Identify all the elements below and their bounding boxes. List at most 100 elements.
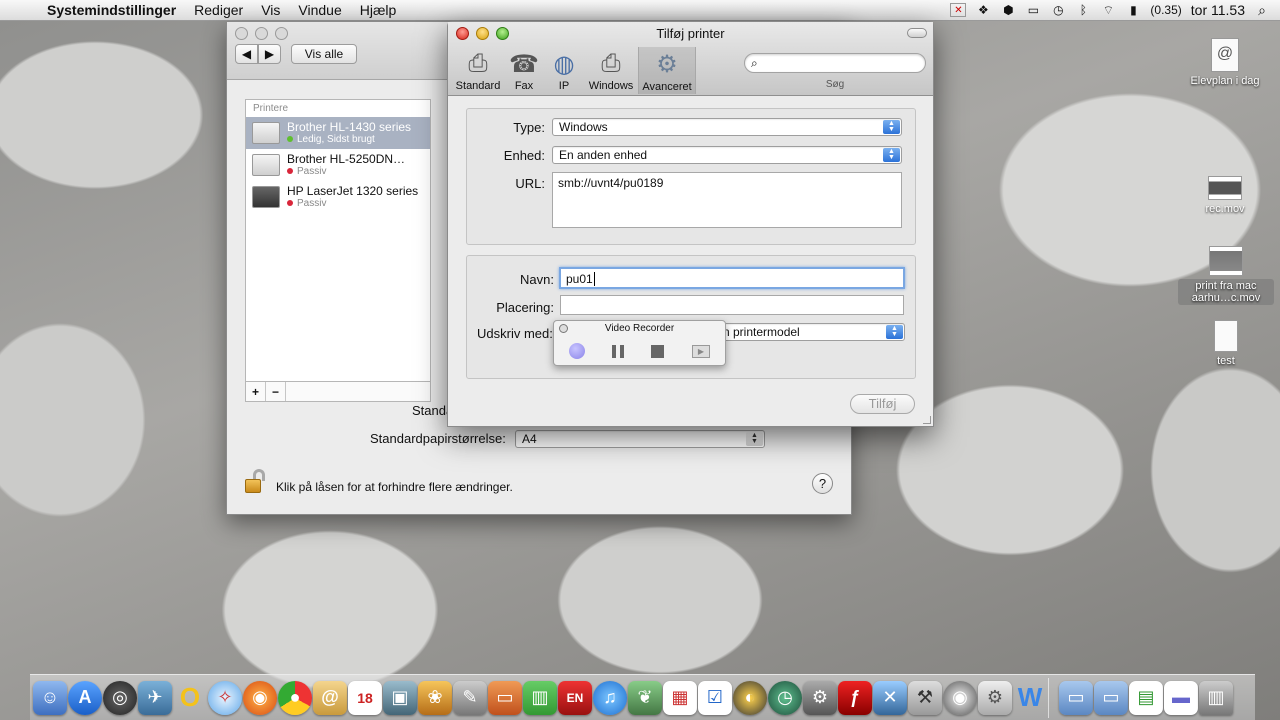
minimize-button[interactable] — [255, 27, 268, 40]
add-printer-window: Tilføj printer ⎙ Standard ☎ Fax ◍ IP ⎙ W… — [447, 21, 934, 427]
finder-icon[interactable]: ☺ — [33, 680, 67, 715]
printer-icon — [252, 154, 280, 176]
menu-rediger[interactable]: Rediger — [185, 2, 252, 18]
chrome-icon[interactable]: ● — [278, 680, 312, 715]
itunes-icon[interactable]: ♫ — [593, 680, 627, 715]
tools-icon[interactable]: ⚙ — [978, 680, 1012, 715]
dashboard-icon[interactable]: ◎ — [103, 680, 137, 715]
printer-icon — [252, 186, 280, 208]
pen-tool-icon[interactable]: ✎ — [453, 680, 487, 715]
chevron-updown-icon: ▲ ▼ — [886, 325, 903, 339]
lock-icon[interactable] — [245, 469, 267, 495]
bluetooth-icon[interactable]: ᛒ — [1075, 3, 1091, 17]
show-all-button[interactable]: Vis alle — [291, 44, 357, 64]
safari-icon[interactable]: ✧ — [208, 680, 242, 715]
location-field[interactable] — [560, 295, 904, 315]
utility-icon[interactable]: ⚒ — [908, 680, 942, 715]
dvd-player-icon[interactable]: ◐ — [733, 680, 767, 715]
preview-icon[interactable]: ✈ — [138, 680, 172, 715]
printer-item-brother-1430[interactable]: Brother HL-1430 series Ledig, Sidst brug… — [246, 117, 430, 149]
paper-size-select[interactable]: A4 ▲ ▼ — [515, 430, 765, 448]
printer-icon: ⎙ — [468, 50, 488, 77]
remove-printer-button[interactable]: − — [266, 382, 286, 401]
app-store-icon[interactable]: A — [68, 680, 102, 715]
print-using-select[interactable]: n printermodel ▲ ▼ — [716, 323, 905, 341]
numbers-icon[interactable]: ▥ — [523, 680, 557, 715]
document-stack-icon[interactable]: ▤ — [1129, 680, 1163, 715]
desktop-icon-test[interactable]: test — [1196, 320, 1256, 367]
x-app-icon[interactable]: ✕ — [873, 680, 907, 715]
firefox-icon[interactable]: ◉ — [243, 680, 277, 715]
evernote-dock-icon[interactable]: ❦ — [628, 680, 662, 715]
evernote-icon[interactable]: ⬢ — [1000, 3, 1016, 17]
dropbox-icon[interactable]: ❖ — [975, 3, 991, 17]
photo-frame-icon[interactable]: ▦ — [663, 680, 697, 715]
address-book-icon[interactable]: @ — [313, 680, 347, 715]
video-recorder-title: Video Recorder — [604, 323, 675, 334]
type-select[interactable]: Windows ▲ ▼ — [552, 118, 902, 136]
resize-grip-icon[interactable] — [923, 416, 931, 424]
search-input[interactable]: ⌕ — [744, 53, 926, 73]
desktop-icon-rec-mov[interactable]: rec.mov — [1190, 176, 1260, 215]
flash-icon[interactable]: ƒ — [838, 680, 872, 715]
record-icon — [569, 343, 585, 359]
printer-item-brother-5250[interactable]: Brother HL-5250DN… Passiv — [246, 149, 430, 181]
photo-booth-icon[interactable]: ▣ — [383, 680, 417, 715]
menu-app-name[interactable]: Systemindstillinger — [38, 2, 185, 18]
toolbar-ip[interactable]: ◍ IP — [538, 48, 590, 93]
menu-vindue[interactable]: Vindue — [289, 2, 350, 18]
printer-item-hp-1320[interactable]: HP LaserJet 1320 series Passiv — [246, 181, 430, 213]
toolbar-toggle-button[interactable] — [907, 28, 927, 38]
close-button[interactable] — [559, 324, 568, 333]
add-button[interactable]: Tilføj — [850, 394, 915, 414]
movie-stack-icon[interactable]: ▬ — [1164, 680, 1198, 715]
zoom-button[interactable] — [275, 27, 288, 40]
search-label: Søg — [825, 79, 845, 90]
time-machine-icon[interactable]: ◷ — [1050, 3, 1066, 17]
play-button[interactable]: ▶ — [692, 343, 710, 359]
help-button[interactable]: ? — [812, 473, 833, 494]
word-icon[interactable]: W — [1013, 681, 1047, 715]
pause-button[interactable] — [609, 343, 627, 359]
printer-list-controls: + − — [245, 382, 431, 402]
camera-icon[interactable]: ◉ — [943, 680, 977, 715]
device-select[interactable]: En anden enhed ▲ ▼ — [552, 146, 902, 164]
opera-icon[interactable]: O — [173, 681, 207, 715]
desktop-icon-elevplan[interactable]: @ Elevplan i dag — [1180, 38, 1270, 87]
video-recorder-panel: Video Recorder ▶ — [553, 320, 726, 366]
back-button[interactable]: ◀ — [235, 44, 258, 64]
folder-icon[interactable]: ▭ — [1059, 680, 1093, 715]
add-printer-button[interactable]: + — [246, 382, 266, 401]
menu-vis[interactable]: Vis — [252, 2, 289, 18]
wifi-icon[interactable]: ⌔ — [1100, 3, 1116, 17]
chevron-updown-icon: ▲ ▼ — [883, 120, 900, 134]
clock[interactable]: tor 11.53 — [1191, 2, 1245, 18]
downloads-folder-icon[interactable]: ▭ — [1094, 680, 1128, 715]
printer-icon — [252, 122, 280, 144]
time-machine-dock-icon[interactable]: ◷ — [768, 680, 802, 715]
url-field[interactable]: smb://uvnt4/pu0189 — [552, 172, 902, 228]
close-x-status-icon[interactable]: ✕ — [950, 3, 967, 17]
close-button[interactable] — [235, 27, 248, 40]
check-list-icon[interactable]: ☑ — [698, 680, 732, 715]
display-icon[interactable]: ▭ — [1025, 3, 1041, 17]
calendar-icon[interactable]: 18 — [348, 680, 382, 715]
name-field[interactable]: pu01 — [559, 267, 905, 289]
status-dot — [287, 200, 293, 207]
menu-hjaelp[interactable]: Hjælp — [351, 2, 406, 18]
forward-button[interactable]: ▶ — [258, 44, 281, 64]
en-app-icon[interactable]: EN — [558, 680, 592, 715]
desktop-icon-print-mov[interactable]: print fra mac aarhu…c.mov — [1178, 246, 1274, 305]
record-button[interactable] — [568, 343, 586, 359]
stop-icon — [650, 344, 664, 358]
battery-icon[interactable]: ▮ — [1125, 3, 1141, 17]
stop-button[interactable] — [648, 343, 666, 359]
iphoto-icon[interactable]: ❀ — [418, 680, 452, 715]
spotlight-icon[interactable]: ⌕ — [1254, 2, 1270, 18]
trash-icon[interactable]: ▥ — [1199, 680, 1233, 715]
system-preferences-icon[interactable]: ⚙ — [803, 680, 837, 715]
toolbar-standard[interactable]: ⎙ Standard — [452, 48, 504, 92]
toolbar-avanceret[interactable]: ⚙ Avanceret — [638, 47, 696, 94]
keynote-icon[interactable]: ▭ — [488, 680, 522, 715]
toolbar-windows[interactable]: ⎙ Windows — [585, 48, 637, 92]
